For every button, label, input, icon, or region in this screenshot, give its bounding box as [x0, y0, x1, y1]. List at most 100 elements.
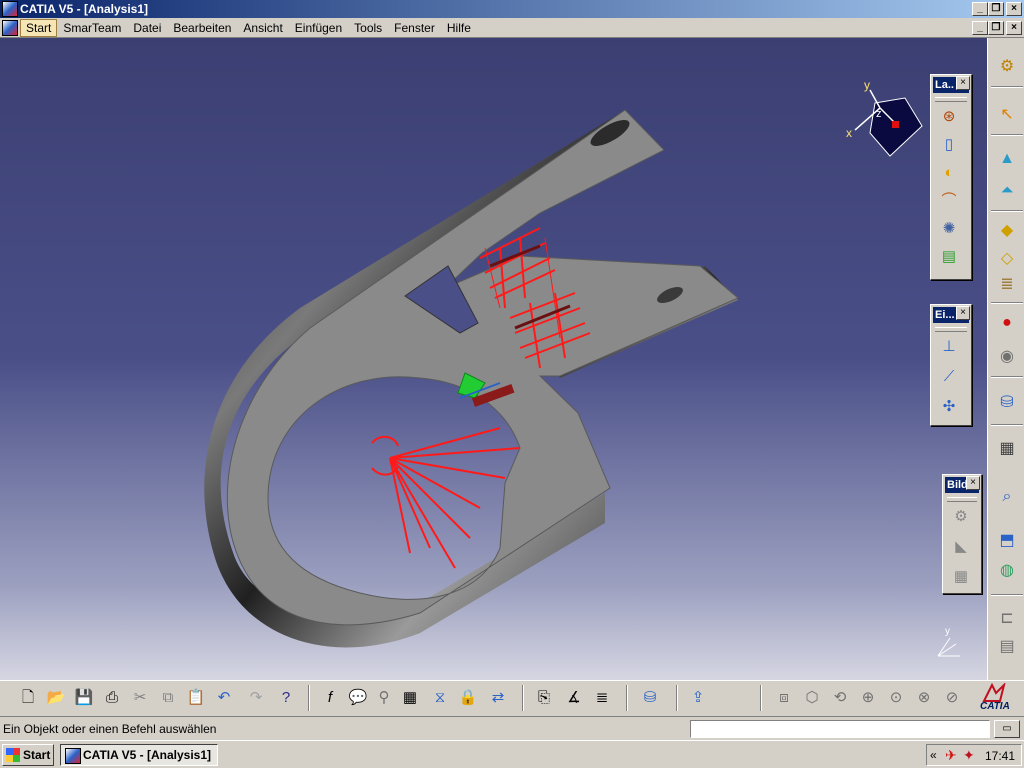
measure-icon[interactable]: ⊏	[994, 606, 1020, 632]
switch-icon[interactable]: ⇄	[486, 686, 510, 710]
doc-close-button[interactable]: ×	[1006, 21, 1022, 35]
view-mode-icon[interactable]: ⊗	[912, 686, 936, 710]
network-tray-icon[interactable]: ✦	[963, 747, 975, 764]
catia-app-icon[interactable]	[2, 1, 18, 17]
menu-items: Start SmarTeam Datei Bearbeiten Ansicht …	[20, 18, 477, 38]
print-icon[interactable]: ⎙	[100, 686, 124, 710]
toolbar-separator	[522, 685, 524, 711]
moment-icon[interactable]: ◐	[937, 161, 961, 185]
menu-smarteam[interactable]: SmarTeam	[57, 19, 127, 37]
table-icon[interactable]: ▦	[994, 436, 1020, 462]
open-folder-icon[interactable]: 📂	[44, 686, 68, 710]
paste-icon[interactable]: 📋	[184, 686, 208, 710]
storage-icon[interactable]: ⛁	[994, 390, 1020, 416]
report-icon[interactable]: ⎘	[532, 686, 556, 710]
layers-icon[interactable]: ≣	[994, 272, 1020, 298]
tray-chevron[interactable]: «	[930, 748, 937, 762]
save-icon[interactable]: 💾	[72, 686, 96, 710]
compute-icon[interactable]: ●	[994, 310, 1020, 336]
displacement-image-icon[interactable]: ▦	[949, 565, 973, 589]
menu-hilfe[interactable]: Hilfe	[441, 19, 477, 37]
workbench-icon[interactable]: ⚙	[994, 54, 1020, 80]
restraints-toolbar-close-button[interactable]: ×	[956, 306, 970, 320]
animate-icon[interactable]: ◍	[994, 558, 1020, 584]
export-icon[interactable]: ⇪	[686, 686, 710, 710]
toolbar-grip[interactable]	[935, 97, 967, 102]
sphere-icon[interactable]: ◉	[994, 344, 1020, 370]
menu-ansicht[interactable]: Ansicht	[237, 19, 288, 37]
data-mapping-icon[interactable]: ⛁	[638, 686, 662, 710]
catia-logo: CATIA	[974, 681, 1020, 715]
solid-property-icon[interactable]: ◆	[994, 218, 1020, 244]
image-toolbar-close-button[interactable]: ×	[966, 476, 980, 490]
temperature-field-icon[interactable]: ▤	[937, 245, 961, 269]
restore-button[interactable]: ❐	[988, 2, 1004, 16]
toolbar-grip[interactable]	[947, 497, 977, 502]
menu-einfuegen[interactable]: Einfügen	[289, 19, 348, 37]
acceleration-icon[interactable]: ✺	[937, 217, 961, 241]
hide-show-icon[interactable]: ⊘	[940, 686, 964, 710]
toolbar-separator	[991, 376, 1023, 378]
image-toolbar[interactable]: Bild × ⚙ ◣ ▦	[942, 474, 982, 594]
hierarchy-icon[interactable]: ⧖	[428, 686, 452, 710]
3d-viewport[interactable]: y x z y La.. × ⊛ ▯ ◐ ⌒ ✺ ▤ Ei... × ⊥ ⟋ ✣…	[0, 38, 987, 680]
comment-icon[interactable]: 💬	[346, 686, 370, 710]
surface-slider-icon[interactable]: ⟋	[937, 365, 961, 389]
angle-icon[interactable]: ∡	[562, 686, 586, 710]
sensor-icon[interactable]: ⬒	[994, 528, 1020, 554]
toolbar-separator	[991, 594, 1023, 596]
isostatic-restraint-icon[interactable]: ✣	[937, 395, 961, 419]
doc-minimize-button[interactable]: _	[972, 21, 988, 35]
lock-icon[interactable]: 🔒	[456, 686, 480, 710]
taskbar-item-catia[interactable]: CATIA V5 - [Analysis1]	[60, 744, 218, 766]
grid-icon[interactable]: ▤	[994, 634, 1020, 660]
minimize-button[interactable]: _	[972, 2, 988, 16]
mesh-node-icon[interactable]: ▲	[994, 146, 1020, 172]
catia-logo-text: CATIA	[980, 701, 1010, 712]
view-rotate-icon[interactable]: ⟲	[828, 686, 852, 710]
restraints-toolbar[interactable]: Ei... × ⊥ ⟋ ✣	[930, 304, 972, 426]
part-model[interactable]	[0, 38, 987, 680]
document-list-icon[interactable]: ≣	[590, 686, 614, 710]
command-input[interactable]	[690, 720, 990, 738]
windows-taskbar: Start CATIA V5 - [Analysis1] « ✈ ✦ 17:41	[0, 740, 1024, 768]
redo-icon[interactable]: ↷	[244, 686, 268, 710]
menu-start[interactable]: Start	[20, 19, 58, 37]
doc-restore-button[interactable]: ❐	[988, 21, 1004, 35]
menu-fenster[interactable]: Fenster	[388, 19, 441, 37]
loads-toolbar[interactable]: La.. × ⊛ ▯ ◐ ⌒ ✺ ▤	[930, 74, 972, 280]
start-button[interactable]: Start	[2, 744, 54, 766]
knowledge-icon[interactable]: ⚲	[372, 686, 396, 710]
shell-property-icon[interactable]: ◇	[994, 246, 1020, 272]
mesh-element-icon[interactable]: ⏶	[994, 178, 1020, 204]
pressure-icon[interactable]: ⊛	[937, 105, 961, 129]
loads-toolbar-close-button[interactable]: ×	[956, 76, 970, 90]
magnify-icon[interactable]: ⌕	[994, 484, 1020, 510]
view-normal-icon[interactable]: ⊙	[884, 686, 908, 710]
formula-icon[interactable]: f	[318, 686, 342, 710]
toolbar-grip[interactable]	[935, 327, 967, 332]
von-mises-image-icon[interactable]: ◣	[949, 535, 973, 559]
undo-icon[interactable]: ↶	[212, 686, 236, 710]
document-icon[interactable]	[2, 20, 18, 36]
command-button[interactable]: ▭	[994, 720, 1020, 738]
copy-icon[interactable]: ⧉	[156, 686, 180, 710]
cut-icon[interactable]: ✂	[128, 686, 152, 710]
menu-tools[interactable]: Tools	[348, 19, 388, 37]
clamp-icon[interactable]: ⊥	[937, 335, 961, 359]
view-fit-icon[interactable]: ⧈	[772, 686, 796, 710]
compass-widget[interactable]: y x z	[840, 78, 930, 158]
whats-this-help-icon[interactable]: ?	[274, 686, 298, 710]
view-zoom-in-icon[interactable]: ⊕	[856, 686, 880, 710]
menu-bearbeiten[interactable]: Bearbeiten	[167, 19, 237, 37]
menu-datei[interactable]: Datei	[127, 19, 167, 37]
close-button[interactable]: ×	[1006, 2, 1022, 16]
distributed-force-icon[interactable]: ▯	[937, 133, 961, 157]
deformation-image-icon[interactable]: ⚙	[949, 505, 973, 529]
select-arrow-icon[interactable]: ↖	[994, 102, 1020, 128]
bearing-load-icon[interactable]: ⌒	[937, 189, 961, 213]
view-pan-icon[interactable]: ⬡	[800, 686, 824, 710]
table-view-icon[interactable]: ▦	[398, 686, 422, 710]
acrobat-tray-icon[interactable]: ✈	[945, 747, 957, 764]
new-file-icon[interactable]: 🗋	[16, 686, 40, 710]
